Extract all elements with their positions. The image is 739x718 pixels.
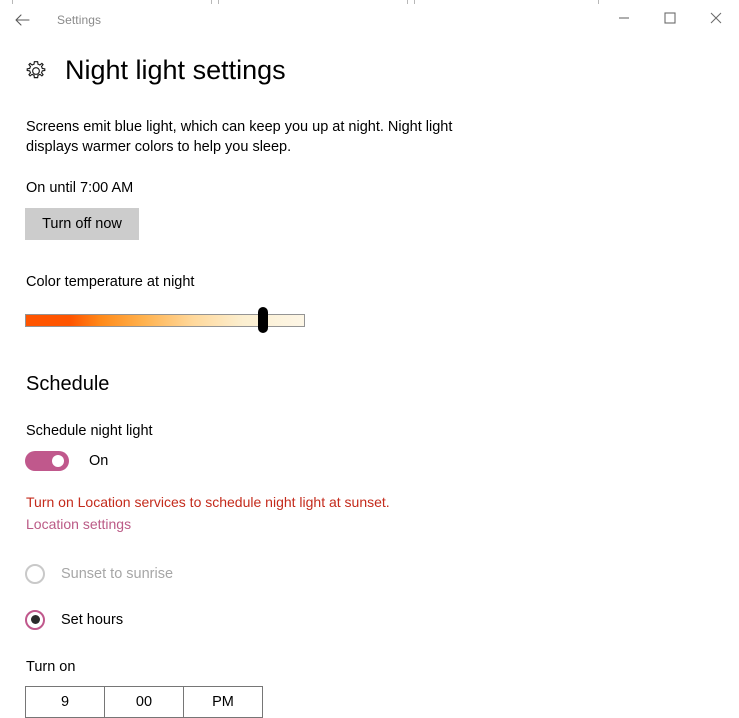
radio-label-set-hours: Set hours [61, 611, 124, 628]
page-title: Night light settings [65, 55, 286, 85]
radio-icon-sunset-to-sunrise[interactable] [25, 563, 45, 584]
page-header: Night light settings [0, 36, 739, 86]
time-hour-field[interactable]: 9 [25, 685, 105, 718]
time-minute-field[interactable]: 00 [104, 685, 184, 718]
time-meridiem-field[interactable]: PM [183, 685, 263, 718]
back-arrow-icon [13, 11, 31, 29]
window-controls [601, 4, 739, 36]
radio-label-sunset-to-sunrise: Sunset to sunrise [61, 565, 174, 582]
page-description: Screens emit blue light, which can keep … [26, 118, 453, 155]
gear-icon [22, 57, 50, 85]
radio-option-set-hours[interactable]: Set hours [25, 609, 739, 630]
app-title: Settings [57, 12, 102, 27]
location-settings-link[interactable]: Location settings [26, 515, 131, 534]
toggle-knob [52, 454, 64, 467]
color-temperature-label: Color temperature at night [26, 273, 195, 290]
back-button[interactable] [0, 4, 44, 36]
schedule-section-title: Schedule [26, 372, 110, 395]
minimize-button[interactable] [601, 4, 647, 36]
close-icon [710, 11, 722, 29]
night-light-status: On until 7:00 AM [26, 179, 134, 196]
radio-selected-dot [30, 615, 40, 625]
turn-on-label: Turn on [26, 658, 76, 675]
slider-thumb[interactable] [258, 306, 268, 333]
title-bar: Settings [0, 4, 739, 36]
toggle-state-label: On [89, 452, 109, 469]
maximize-icon [664, 11, 676, 29]
turn-on-time-picker: 9 00 PM [25, 685, 739, 718]
schedule-night-light-toggle[interactable] [25, 450, 69, 471]
maximize-button[interactable] [647, 4, 693, 36]
turn-off-now-button[interactable]: Turn off now [25, 207, 139, 240]
minimize-icon [618, 11, 630, 29]
close-button[interactable] [693, 4, 739, 36]
color-temperature-slider[interactable] [25, 306, 305, 333]
radio-option-sunset-to-sunrise[interactable]: Sunset to sunrise [25, 563, 739, 584]
radio-icon-set-hours[interactable] [25, 609, 45, 630]
settings-content: Night light settings Screens emit blue l… [0, 36, 739, 718]
schedule-toggle-row: On [25, 450, 739, 471]
location-warning-text: Turn on Location services to schedule ni… [26, 493, 390, 510]
schedule-night-light-label: Schedule night light [26, 422, 153, 439]
